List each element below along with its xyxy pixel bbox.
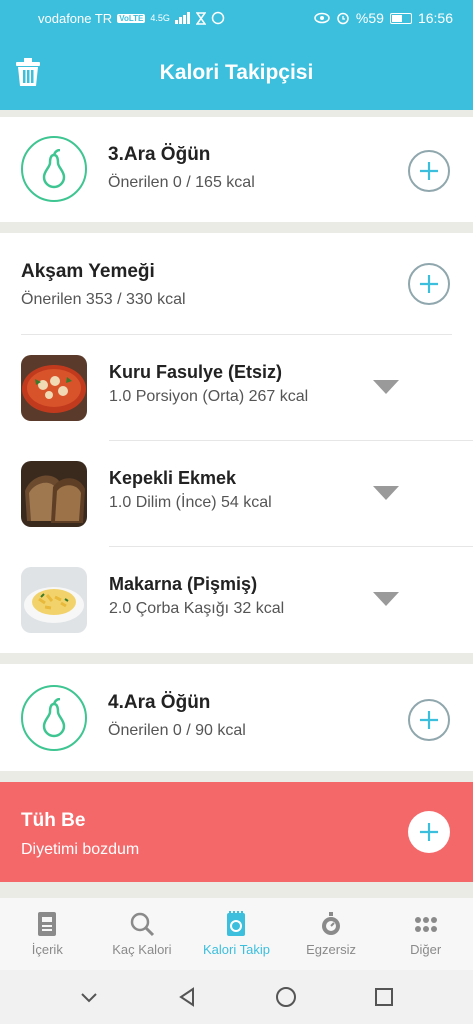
pear-icon [21, 685, 87, 751]
battery-percent: %59 [355, 10, 384, 26]
food-name: Kuru Fasulye (Etsiz) [109, 362, 283, 382]
chevron-down-icon[interactable] [373, 380, 399, 394]
chevron-down-icon[interactable] [373, 486, 399, 500]
search-icon [130, 912, 154, 937]
volte-badge: VoLTE [117, 13, 146, 23]
meal-subtitle: Diyetimi bozdum [21, 841, 140, 858]
signal-icon [174, 12, 190, 24]
bottom-nav: İçerik Kaç Kalori Kalori Takip Egzersiz … [0, 898, 473, 970]
food-name: Kepekli Ekmek [109, 468, 237, 488]
stopwatch-icon [322, 912, 341, 935]
pear-icon [21, 136, 87, 202]
nav-label: Egzersiz [306, 942, 356, 957]
food-item[interactable]: Kuru Fasulye (Etsiz) 1.0 Porsiyon (Orta)… [0, 335, 473, 441]
meal-title: Tüh Be [21, 810, 86, 831]
nav-item-icerik[interactable]: İçerik [0, 898, 95, 970]
add-food-button[interactable] [408, 811, 450, 853]
nav-item-egzersiz[interactable]: Egzersiz [284, 898, 379, 970]
back-icon[interactable] [176, 986, 198, 1008]
plus-icon [420, 275, 438, 293]
more-icon [414, 917, 437, 932]
carrier-label: vodafone TR [38, 10, 113, 26]
nav-item-kalori-takip[interactable]: Kalori Takip [189, 898, 284, 970]
food-detail: 1.0 Porsiyon (Orta) 267 kcal [109, 388, 309, 405]
network-label: 4.5G [150, 13, 170, 23]
food-detail: 1.0 Dilim (İnce) 54 kcal [109, 494, 272, 511]
nav-label: İçerik [31, 942, 63, 957]
add-food-button[interactable] [408, 263, 450, 305]
meal-card-ara4: 4.Ara Öğün Önerilen 0 / 90 kcal [0, 664, 473, 771]
recents-icon[interactable] [373, 986, 395, 1008]
document-icon [38, 912, 57, 936]
chevron-down-icon[interactable] [78, 986, 100, 1008]
add-food-button[interactable] [408, 150, 450, 192]
food-thumbnail [21, 355, 87, 421]
home-icon[interactable] [275, 986, 297, 1008]
meal-card-aksam: Akşam Yemeği Önerilen 353 / 330 kcal Kur… [0, 233, 473, 653]
system-nav-bar [0, 970, 473, 1024]
hourglass-icon [195, 11, 206, 25]
food-item[interactable]: Kepekli Ekmek 1.0 Dilim (İnce) 54 kcal [0, 441, 473, 547]
nav-label: Diğer [410, 942, 442, 957]
food-thumbnail [21, 567, 87, 633]
clock: 16:56 [417, 10, 453, 26]
nav-item-diger[interactable]: Diğer [378, 898, 473, 970]
nav-label: Kaç Kalori [112, 942, 172, 957]
status-bar: vodafone TR VoLTE 4.5G %59 16:56 [0, 0, 473, 36]
meal-title: 4.Ara Öğün [108, 692, 211, 713]
app-bar: Kalori Takipçisi [0, 36, 473, 110]
eye-icon [314, 12, 330, 24]
nav-item-kac-kalori[interactable]: Kaç Kalori [95, 898, 190, 970]
trash-icon[interactable] [12, 56, 44, 88]
meal-subtitle: Önerilen 0 / 165 kcal [108, 174, 255, 191]
food-detail: 2.0 Çorba Kaşığı 32 kcal [109, 600, 285, 617]
chevron-down-icon[interactable] [373, 592, 399, 606]
whatsapp-icon [211, 11, 225, 25]
meal-card-ara3: 3.Ara Öğün Önerilen 0 / 165 kcal [0, 117, 473, 222]
food-thumbnail [21, 461, 87, 527]
battery-icon [389, 12, 412, 24]
meal-subtitle: Önerilen 353 / 330 kcal [21, 291, 186, 308]
plus-icon [420, 711, 438, 729]
meal-subtitle: Önerilen 0 / 90 kcal [108, 722, 246, 739]
page-title: Kalori Takipçisi [159, 61, 314, 84]
alarm-icon [337, 12, 349, 25]
meal-title: 3.Ara Öğün [108, 144, 211, 165]
food-name: Makarna (Pişmiş) [109, 574, 258, 594]
plus-icon [420, 823, 438, 841]
cheat-meal-card: Tüh Be Diyetimi bozdum [0, 782, 473, 882]
plus-icon [420, 162, 438, 180]
notebook-icon [227, 911, 246, 936]
add-food-button[interactable] [408, 699, 450, 741]
meal-title: Akşam Yemeği [21, 261, 155, 282]
nav-label: Kalori Takip [203, 942, 270, 957]
food-item[interactable]: Makarna (Pişmiş) 2.0 Çorba Kaşığı 32 kca… [0, 547, 473, 653]
